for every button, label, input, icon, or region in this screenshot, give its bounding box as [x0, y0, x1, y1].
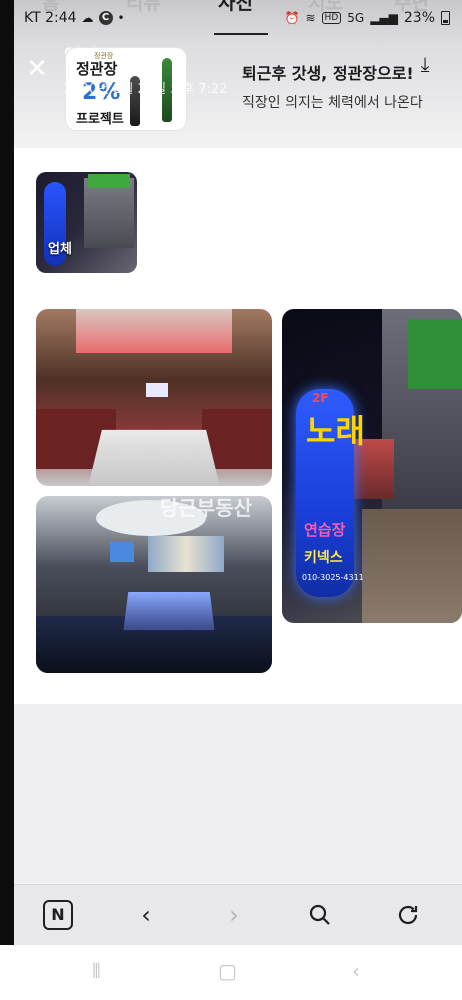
status-bar: KT 2:44 ☁ C • ⏰ ≋ HD 5G ▂▄▆ 23%	[14, 8, 462, 30]
tv-screen-image	[110, 542, 134, 562]
back-arrow-icon[interactable]: ‹	[130, 899, 162, 931]
wall-art-image	[148, 536, 224, 572]
building-sign-image	[88, 174, 130, 188]
sign-name-text: 노래	[306, 412, 365, 450]
dot-icon: •	[117, 11, 125, 25]
battery-icon	[441, 11, 450, 25]
forward-arrow-icon[interactable]: ›	[218, 899, 250, 931]
carrier-time: KT 2:44	[24, 10, 77, 26]
ad-image-line3: 프로젝트	[76, 112, 124, 127]
system-navigation-bar: ⦀ ▢ ‹	[0, 945, 462, 1000]
battery-percent: 23%	[403, 10, 435, 26]
sign-brand-text: 키넥스	[304, 550, 343, 566]
home-icon[interactable]: ▢	[218, 959, 237, 983]
sign-type-text: 연습장	[304, 521, 346, 539]
building-image	[84, 178, 134, 248]
close-icon[interactable]: ✕	[24, 56, 50, 82]
cloud-icon: ☁	[81, 11, 94, 25]
photo-room-2[interactable]	[36, 496, 272, 673]
empty-area	[14, 704, 462, 884]
viewer-date: 2020년 8월 21일 오후 7:22	[64, 82, 228, 97]
wifi-icon: ≋	[305, 11, 316, 25]
photo-room-1[interactable]	[36, 309, 272, 486]
refresh-icon[interactable]	[392, 899, 424, 931]
sign-phone-text: 010-3025-4311	[302, 573, 364, 582]
glass-table-image	[123, 591, 215, 631]
c-badge-icon: C	[98, 11, 113, 25]
network-type: 5G	[347, 11, 365, 25]
table-image	[88, 429, 220, 485]
ad-headline[interactable]: 퇴근후 갓생, 정관장으로!	[242, 60, 414, 84]
active-tab-indicator	[214, 33, 268, 35]
ceiling-lights-image	[76, 309, 232, 353]
search-icon[interactable]	[304, 899, 336, 931]
photo-storefront-sign[interactable]: 2F 노래 연습장 키넥스 010-3025-4311	[282, 309, 462, 623]
ad-subtext[interactable]: 직장인 의지는 체력에서 나온다	[242, 92, 423, 112]
photo-viewer-header: 홈 리뷰 사진 지도 주변 KT 2:44 ☁ C • ⏰ ≋ HD 5G ▂▄…	[14, 0, 462, 148]
ad-image-line1: 정관장	[76, 60, 118, 78]
hd-badge: HD	[321, 12, 342, 24]
sign-floor-text: 2F	[312, 391, 329, 405]
left-edge-strip	[0, 0, 14, 945]
category-label: 업체	[48, 242, 72, 257]
recent-apps-icon[interactable]: ⦀	[92, 959, 101, 983]
signal-icon: ▂▄▆	[370, 11, 398, 25]
green-facade-image	[408, 319, 462, 389]
browser-toolbar: N ‹ ›	[14, 884, 462, 945]
tv-screen-image	[146, 383, 168, 397]
back-icon[interactable]: ‹	[352, 959, 360, 983]
download-icon[interactable]: ⤓	[414, 52, 436, 78]
watermark: 당근부동산	[160, 496, 252, 520]
street-image	[362, 509, 462, 623]
alarm-icon: ⏰	[284, 11, 300, 25]
category-thumbnail[interactable]: 업체	[36, 172, 137, 273]
naver-n-icon[interactable]: N	[42, 899, 74, 931]
